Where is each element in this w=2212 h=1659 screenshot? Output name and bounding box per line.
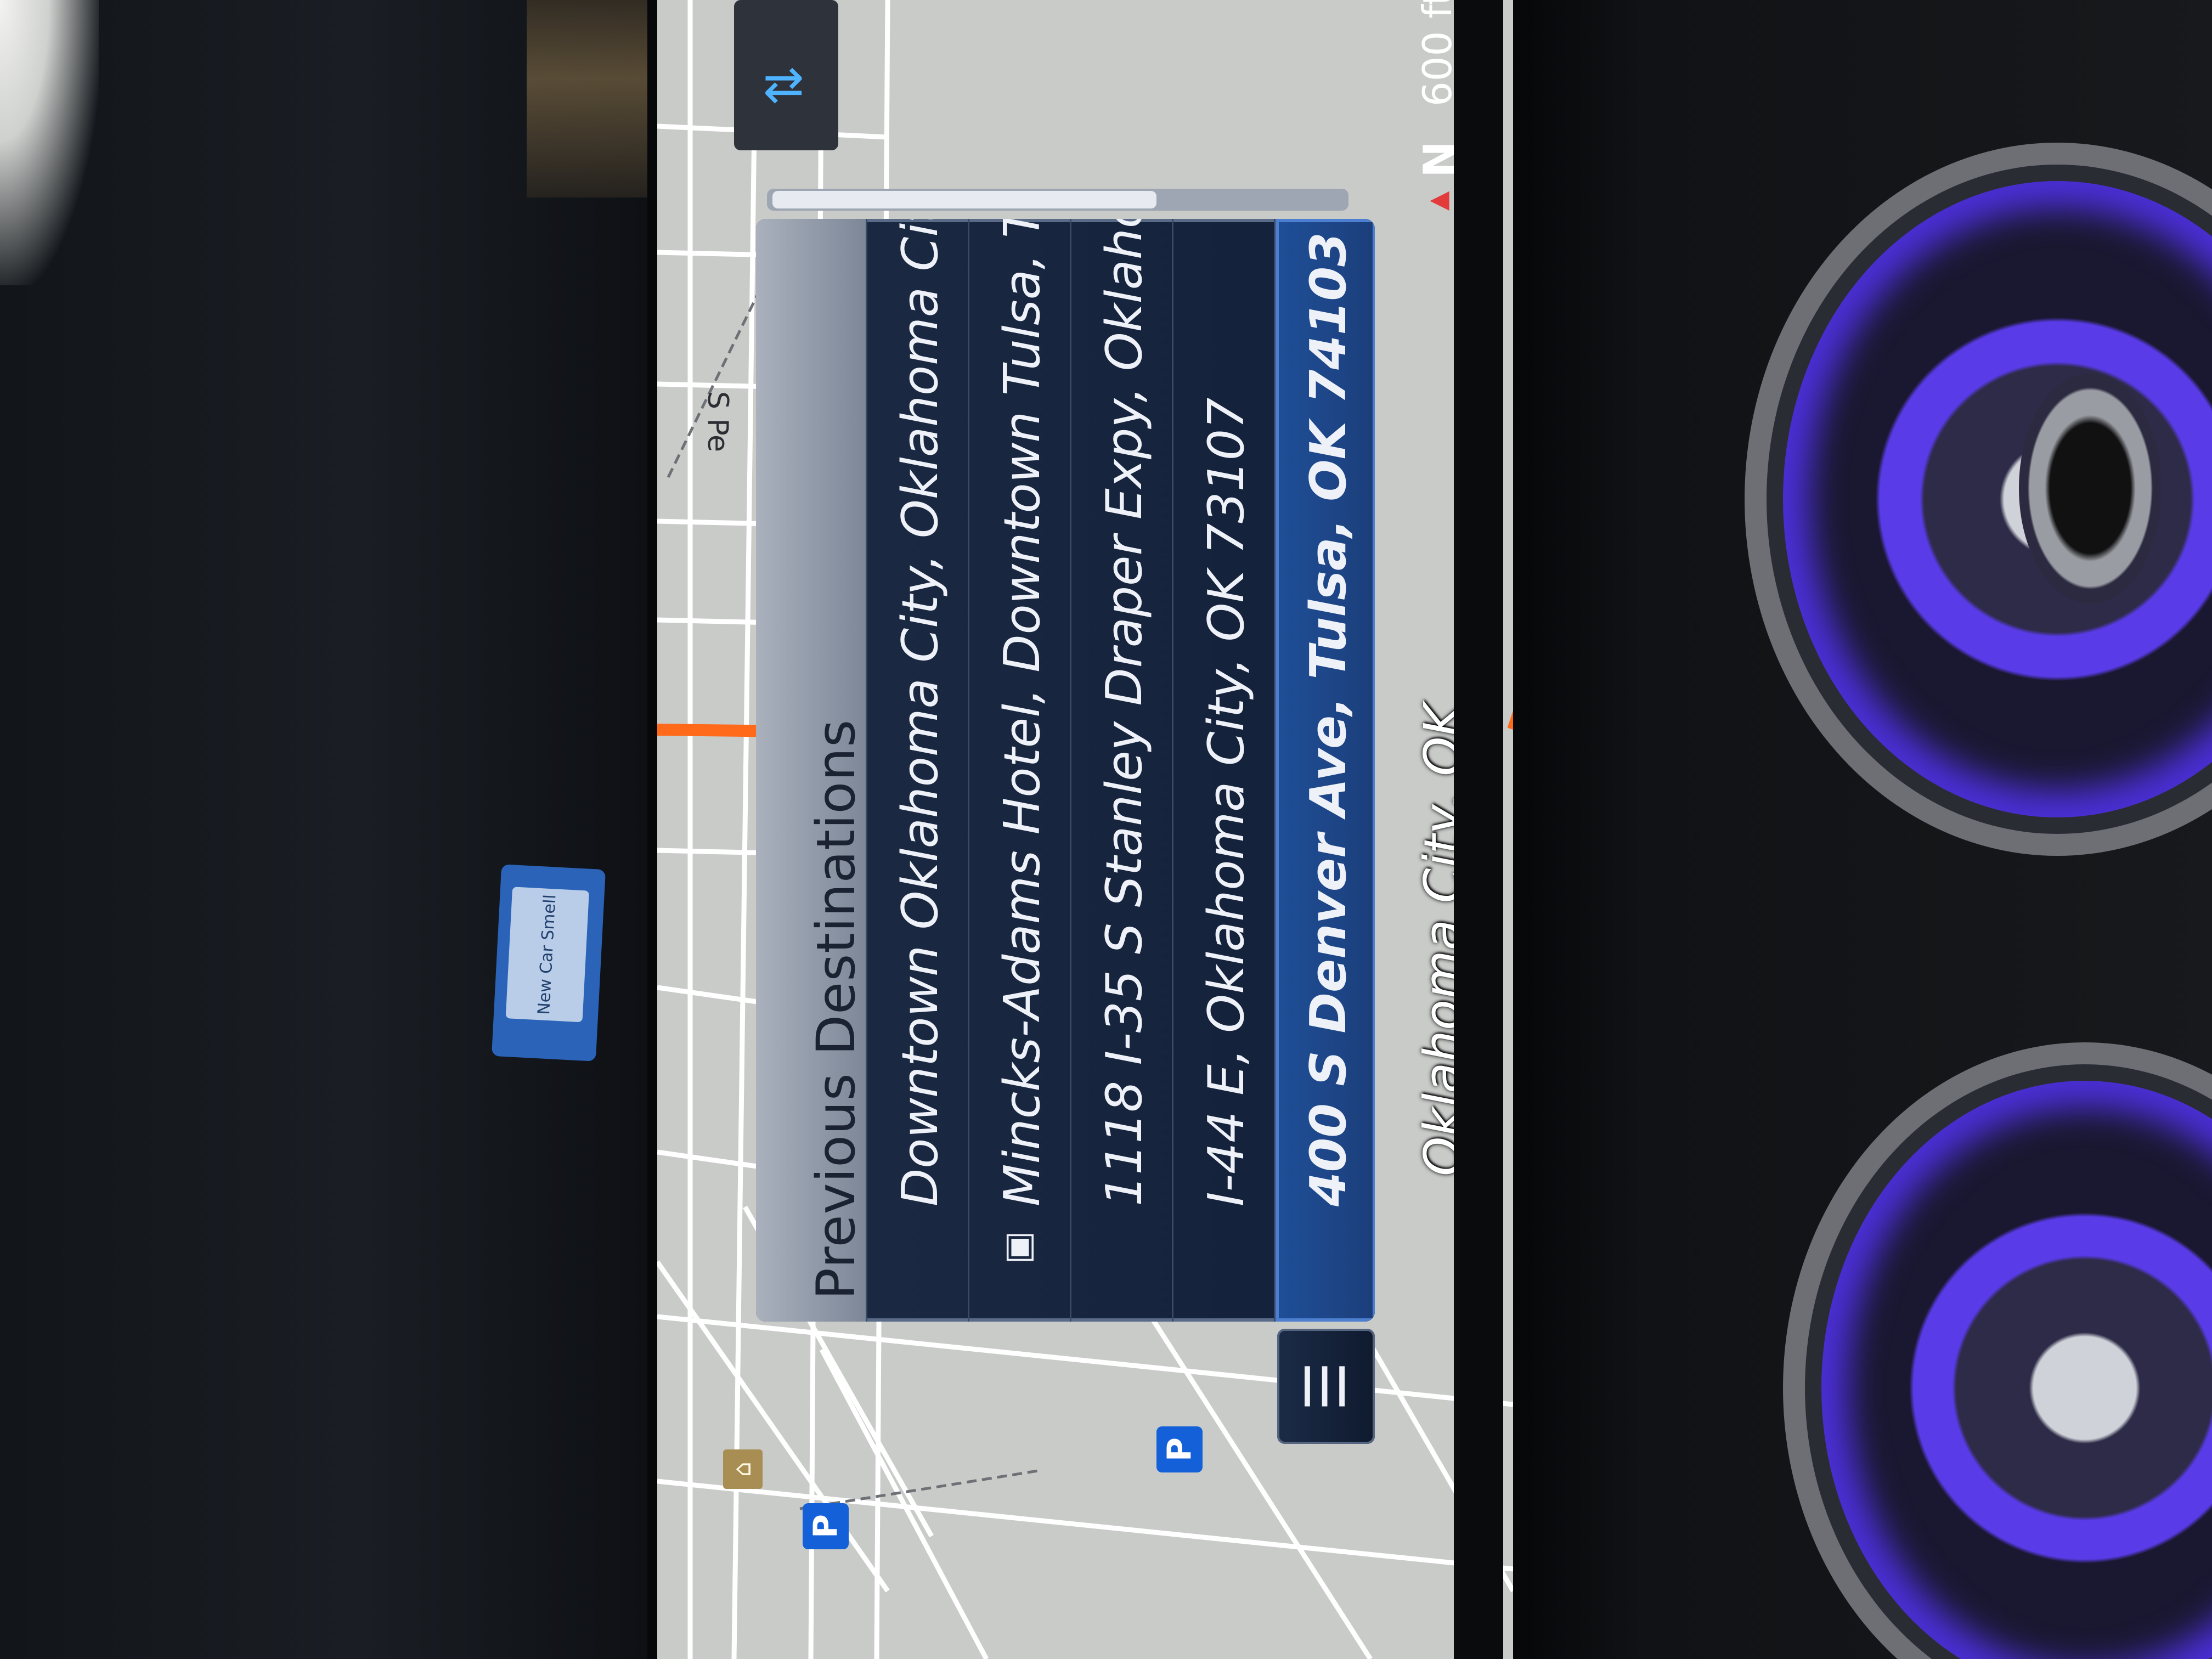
- infotainment-screen: ⇅ S Pe P P ⌂ Previous Destinations Downt…: [647, 0, 1513, 1659]
- route-arrows-icon: ⇅: [756, 65, 814, 106]
- parking-icon[interactable]: P: [803, 1503, 849, 1549]
- screen-bezel: [1454, 0, 1503, 1659]
- route-options-widget[interactable]: ⇅: [734, 0, 838, 150]
- destination-row[interactable]: I-44 E, Oklahoma City, OK 73107: [1172, 219, 1274, 1322]
- previous-destinations-panel: Previous Destinations Downtown Oklahoma …: [756, 219, 1375, 1322]
- nav-ui: ⇅ S Pe P P ⌂ Previous Destinations Downt…: [657, 0, 1513, 1659]
- air-vent-upper-knob: [2019, 373, 2162, 603]
- camera-icon: ▣: [997, 1231, 1038, 1265]
- menu-button[interactable]: ☰: [1277, 1329, 1375, 1444]
- destination-row[interactable]: 1118 I-35 S Stanley Draper Expy, Oklahom…: [1070, 219, 1172, 1322]
- menu-icon: ☰: [1294, 1362, 1358, 1411]
- parking-icon[interactable]: P: [1156, 1426, 1203, 1472]
- destination-row-selected[interactable]: 400 S Denver Ave, Tulsa, OK 74103: [1274, 219, 1375, 1322]
- compass-arrow-icon: ▲: [1423, 191, 1452, 211]
- screen-reflection: [527, 0, 658, 198]
- street-name-label: S Pe: [701, 391, 734, 452]
- panel-header: Previous Destinations: [756, 219, 867, 1322]
- destination-row[interactable]: ▣ Mincks-Adams Hotel, Downtown Tulsa, Tu…: [968, 219, 1070, 1322]
- car-dashboard-scene: New Car Smell ⇅ S Pe P P ⌂ Previous Dest…: [0, 0, 2212, 1659]
- dealer-sticker-text: New Car Smell: [505, 887, 589, 1023]
- destinations-scrollbar[interactable]: [767, 189, 1348, 211]
- destination-row[interactable]: Downtown Oklahoma City, Oklahoma City, O…: [866, 219, 968, 1322]
- destination-label: Downtown Oklahoma City, Oklahoma City, O…: [891, 219, 949, 1206]
- dealer-sticker: New Car Smell: [491, 864, 606, 1062]
- scrollbar-thumb[interactable]: [772, 191, 1156, 208]
- destination-label: 1118 I-35 S Stanley Draper Expy, Oklahom…: [1096, 219, 1153, 1206]
- window-glare: [0, 0, 99, 285]
- destination-label: Mincks-Adams Hotel, Downtown Tulsa, Tuls…: [994, 219, 1051, 1206]
- destination-label: I-44 E, Oklahoma City, OK 73107: [1198, 397, 1255, 1206]
- destination-label: 400 S Denver Ave, Tulsa, OK 74103: [1300, 232, 1357, 1206]
- panel-title: Previous Destinations: [805, 719, 867, 1300]
- poi-icon[interactable]: ⌂: [723, 1449, 763, 1489]
